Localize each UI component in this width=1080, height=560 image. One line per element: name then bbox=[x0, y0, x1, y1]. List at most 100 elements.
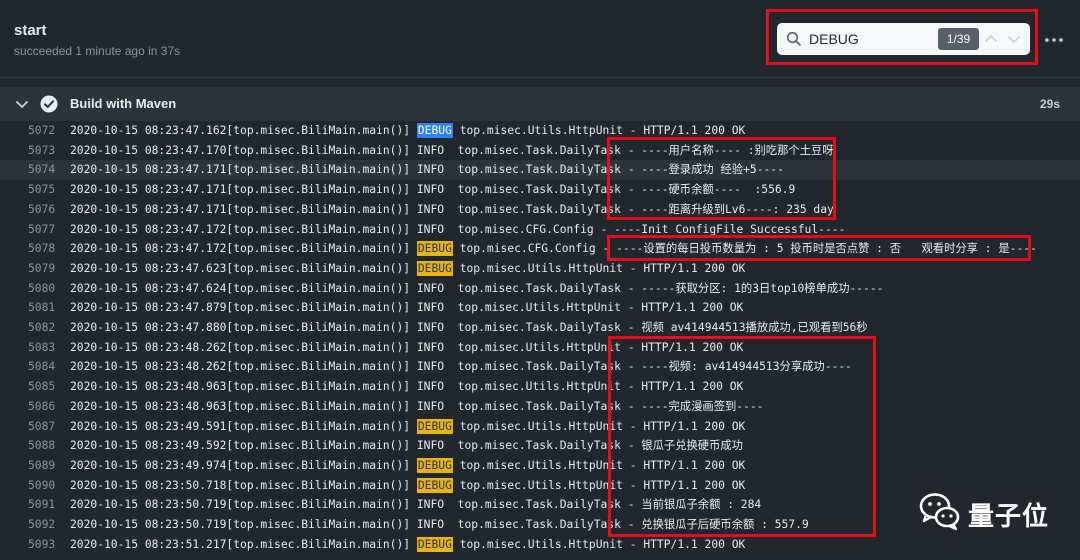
log-line-text: 2020-10-15 08:23:49.591[top.misec.BiliMa… bbox=[70, 417, 745, 437]
log-line[interactable]: 5086 2020-10-15 08:23:48.963[top.misec.Bi… bbox=[0, 397, 1080, 417]
log-text-suffix: top.misec.CFG.Config - ----设置的每日投币数量为 : … bbox=[452, 242, 1037, 256]
step-title: Build with Maven bbox=[70, 96, 177, 111]
log-line-number[interactable]: 5083 bbox=[28, 338, 55, 358]
log-line[interactable]: 5089 2020-10-15 08:23:49.974[top.misec.Bi… bbox=[0, 456, 1080, 476]
log-line-text: 2020-10-15 08:23:51.217[top.misec.BiliMa… bbox=[70, 535, 745, 555]
search-annotation-box bbox=[766, 9, 1038, 65]
log-line-text: 2020-10-15 08:23:49.974[top.misec.BiliMa… bbox=[70, 456, 745, 476]
watermark-text: 量子位 bbox=[968, 502, 1050, 532]
log-line-text: 2020-10-15 08:23:48.963[top.misec.BiliMa… bbox=[70, 397, 764, 417]
log-text-prefix: 2020-10-15 08:23:47.623[top.misec.BiliMa… bbox=[70, 261, 417, 275]
log-text-prefix: 2020-10-15 08:23:47.171[top.misec.BiliMa… bbox=[70, 183, 796, 197]
log-text-prefix: 2020-10-15 08:23:47.879[top.misec.BiliMa… bbox=[70, 301, 744, 315]
log-line-number[interactable]: 5074 bbox=[28, 160, 55, 180]
search-match: DEBUG bbox=[416, 260, 453, 276]
log-line-number[interactable]: 5092 bbox=[28, 515, 55, 535]
log-line-text: 2020-10-15 08:23:47.880[top.misec.BiliMa… bbox=[70, 318, 868, 338]
log-line-number[interactable]: 5089 bbox=[28, 456, 55, 476]
log-text-prefix: 2020-10-15 08:23:51.217[top.misec.BiliMa… bbox=[70, 537, 417, 551]
log-line-number[interactable]: 5080 bbox=[28, 279, 55, 299]
log-text-prefix: 2020-10-15 08:23:47.162[top.misec.BiliMa… bbox=[70, 124, 417, 137]
log-line[interactable]: 5080 2020-10-15 08:23:47.624[top.misec.Bi… bbox=[0, 279, 1080, 299]
search-match: DEBUG bbox=[416, 418, 453, 434]
log-line[interactable]: 5079 2020-10-15 08:23:47.623[top.misec.Bi… bbox=[0, 259, 1080, 279]
log-line[interactable]: 5081 2020-10-15 08:23:47.879[top.misec.Bi… bbox=[0, 298, 1080, 318]
log-line[interactable]: 5087 2020-10-15 08:23:49.591[top.misec.Bi… bbox=[0, 417, 1080, 437]
log-line-number[interactable]: 5091 bbox=[28, 495, 55, 515]
log-line[interactable]: 5076 2020-10-15 08:23:47.171[top.misec.Bi… bbox=[0, 200, 1080, 220]
log-line-number[interactable]: 5076 bbox=[28, 200, 55, 220]
log-line[interactable]: 5075 2020-10-15 08:23:47.171[top.misec.Bi… bbox=[0, 180, 1080, 200]
log-line[interactable]: 5088 2020-10-15 08:23:49.592[top.misec.Bi… bbox=[0, 436, 1080, 456]
log-line[interactable]: 5085 2020-10-15 08:23:48.963[top.misec.Bi… bbox=[0, 377, 1080, 397]
log-line[interactable]: 5083 2020-10-15 08:23:48.262[top.misec.Bi… bbox=[0, 338, 1080, 358]
log-line-number[interactable]: 5088 bbox=[28, 436, 55, 456]
log-line-text: 2020-10-15 08:23:47.879[top.misec.BiliMa… bbox=[70, 298, 743, 318]
log-text-suffix: top.misec.Utils.HttpUnit - HTTP/1.1 200 … bbox=[452, 537, 746, 551]
log-line-number[interactable]: 5090 bbox=[28, 476, 55, 496]
log-line-number[interactable]: 5073 bbox=[28, 141, 55, 161]
job-title: start bbox=[14, 22, 47, 39]
log-text-suffix: top.misec.Utils.HttpUnit - HTTP/1.1 200 … bbox=[452, 124, 746, 137]
log-line-number[interactable]: 5086 bbox=[28, 397, 55, 417]
job-status-text: succeeded 1 minute ago in 37s bbox=[14, 44, 181, 58]
log-line-number[interactable]: 5072 bbox=[28, 121, 55, 141]
log-text-suffix: top.misec.Utils.HttpUnit - HTTP/1.1 200 … bbox=[452, 419, 746, 433]
log-line-text: 2020-10-15 08:23:50.719[top.misec.BiliMa… bbox=[70, 515, 809, 535]
search-match: DEBUG bbox=[416, 536, 453, 552]
log-text-prefix: 2020-10-15 08:23:47.172[top.misec.BiliMa… bbox=[70, 242, 417, 256]
log-line-number[interactable]: 5078 bbox=[28, 239, 55, 259]
log-text-prefix: 2020-10-15 08:23:49.592[top.misec.BiliMa… bbox=[70, 439, 743, 453]
log-line-number[interactable]: 5079 bbox=[28, 259, 55, 279]
log-text-prefix: 2020-10-15 08:23:47.172[top.misec.BiliMa… bbox=[70, 222, 846, 236]
log-line-number[interactable]: 5081 bbox=[28, 298, 55, 318]
log-line-number[interactable]: 5075 bbox=[28, 180, 55, 200]
search-match: DEBUG bbox=[416, 477, 453, 493]
log-line[interactable]: 5072 2020-10-15 08:23:47.162[top.misec.Bi… bbox=[0, 121, 1080, 141]
wechat-logo-icon bbox=[919, 493, 960, 531]
log-text-prefix: 2020-10-15 08:23:48.262[top.misec.BiliMa… bbox=[70, 340, 744, 354]
chevron-down-icon[interactable] bbox=[14, 96, 30, 112]
log-line-number[interactable]: 5077 bbox=[28, 220, 55, 240]
log-text-prefix: 2020-10-15 08:23:48.262[top.misec.BiliMa… bbox=[70, 360, 852, 374]
step-duration: 29s bbox=[1039, 97, 1060, 111]
log-text-prefix: 2020-10-15 08:23:49.974[top.misec.BiliMa… bbox=[70, 458, 417, 472]
log-text-prefix: 2020-10-15 08:23:50.719[top.misec.BiliMa… bbox=[70, 498, 762, 512]
log-line[interactable]: 5074 2020-10-15 08:23:47.171[top.misec.Bi… bbox=[0, 160, 1080, 181]
log-line-text: 2020-10-15 08:23:48.262[top.misec.BiliMa… bbox=[70, 357, 852, 377]
log-line-number[interactable]: 5085 bbox=[28, 377, 55, 397]
log-line-number[interactable]: 5082 bbox=[28, 318, 55, 338]
log-line-text: 2020-10-15 08:23:47.624[top.misec.BiliMa… bbox=[70, 279, 884, 299]
log-text-prefix: 2020-10-15 08:23:47.171[top.misec.BiliMa… bbox=[70, 163, 784, 177]
log-line-text: 2020-10-15 08:23:47.171[top.misec.BiliMa… bbox=[70, 160, 784, 180]
log-line-text: 2020-10-15 08:23:47.171[top.misec.BiliMa… bbox=[70, 180, 795, 200]
log-line[interactable]: 5084 2020-10-15 08:23:48.262[top.misec.Bi… bbox=[0, 357, 1080, 377]
log-line[interactable]: 5093 2020-10-15 08:23:51.217[top.misec.Bi… bbox=[0, 535, 1080, 555]
log-text-suffix: top.misec.Utils.HttpUnit - HTTP/1.1 200 … bbox=[452, 478, 746, 492]
log-text-suffix: top.misec.Utils.HttpUnit - HTTP/1.1 200 … bbox=[452, 458, 746, 472]
log-line[interactable]: 5078 2020-10-15 08:23:47.172[top.misec.Bi… bbox=[0, 239, 1080, 259]
log-text-prefix: 2020-10-15 08:23:47.624[top.misec.BiliMa… bbox=[70, 281, 884, 295]
log-line-text: 2020-10-15 08:23:47.162[top.misec.BiliMa… bbox=[70, 121, 745, 141]
log-line-text: 2020-10-15 08:23:49.592[top.misec.BiliMa… bbox=[70, 436, 743, 456]
watermark: 量子位 bbox=[918, 490, 1058, 532]
search-match: DEBUG bbox=[416, 457, 453, 473]
log-line[interactable]: 5077 2020-10-15 08:23:47.172[top.misec.Bi… bbox=[0, 220, 1080, 240]
log-line[interactable]: 5073 2020-10-15 08:23:47.170[top.misec.Bi… bbox=[0, 141, 1080, 161]
log-text-prefix: 2020-10-15 08:23:47.170[top.misec.BiliMa… bbox=[70, 143, 834, 157]
more-options-icon[interactable] bbox=[1044, 30, 1064, 50]
log-text-suffix: top.misec.Utils.HttpUnit - HTTP/1.1 200 … bbox=[452, 261, 746, 275]
check-circle-icon bbox=[40, 95, 58, 113]
log-line-text: 2020-10-15 08:23:48.963[top.misec.BiliMa… bbox=[70, 377, 743, 397]
step-build-with-maven[interactable]: Build with Maven 29s bbox=[0, 87, 1080, 121]
log-line-number[interactable]: 5084 bbox=[28, 357, 55, 377]
log-line-text: 2020-10-15 08:23:47.623[top.misec.BiliMa… bbox=[70, 259, 745, 279]
log-text-prefix: 2020-10-15 08:23:47.880[top.misec.BiliMa… bbox=[70, 321, 868, 334]
log-text-prefix: 2020-10-15 08:23:50.719[top.misec.BiliMa… bbox=[70, 518, 809, 531]
log-line-number[interactable]: 5093 bbox=[28, 535, 55, 555]
log-line[interactable]: 5082 2020-10-15 08:23:47.880[top.misec.Bi… bbox=[0, 318, 1080, 338]
log-line-text: 2020-10-15 08:23:47.170[top.misec.BiliMa… bbox=[70, 141, 834, 161]
log-text-prefix: 2020-10-15 08:23:48.963[top.misec.BiliMa… bbox=[70, 399, 764, 413]
log-line-number[interactable]: 5087 bbox=[28, 417, 55, 437]
search-match-active: DEBUG bbox=[416, 123, 453, 138]
